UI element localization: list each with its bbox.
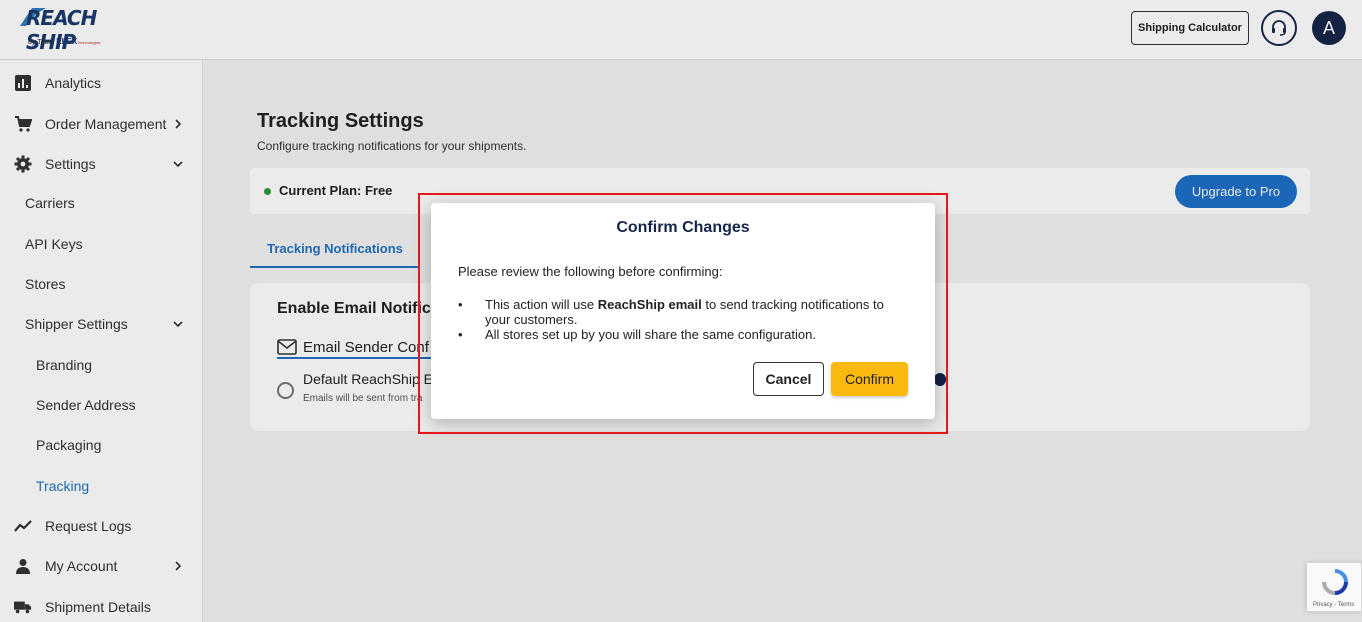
confirm-button[interactable]: Confirm xyxy=(831,362,908,396)
recaptcha-icon xyxy=(1322,569,1348,595)
dialog-intro: Please review the following before confi… xyxy=(458,264,723,279)
recaptcha-badge[interactable]: Privacy - Terms xyxy=(1306,562,1362,612)
bullet-icon: • xyxy=(458,327,463,342)
recaptcha-privacy-terms[interactable]: Privacy - Terms xyxy=(1313,602,1354,608)
dialog-title: Confirm Changes xyxy=(616,219,750,236)
list-item: • This action will use ReachShip email t… xyxy=(458,297,884,327)
cancel-button[interactable]: Cancel xyxy=(753,362,824,396)
list-item: • All stores set up by you will share th… xyxy=(458,327,816,342)
dialog-bullet-list: • This action will use ReachShip email t… xyxy=(458,297,898,342)
bullet-icon: • xyxy=(458,297,463,312)
confirm-changes-dialog: Confirm Changes Please review the follow… xyxy=(431,203,935,419)
